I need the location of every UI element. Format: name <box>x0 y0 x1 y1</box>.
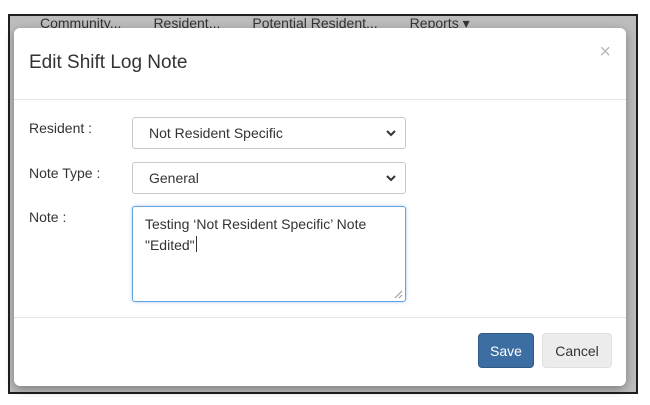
resident-label: Resident : <box>29 120 93 136</box>
modal-title: Edit Shift Log Note <box>29 52 188 73</box>
save-button[interactable]: Save <box>478 333 534 368</box>
modal-header: Edit Shift Log Note × <box>14 28 626 100</box>
resident-select[interactable]: Not Resident Specific <box>132 117 406 149</box>
note-textarea[interactable]: Testing ‘Not Resident Specific’ Note "Ed… <box>132 206 406 302</box>
modal-body: Resident : Not Resident Specific Note Ty… <box>14 100 626 318</box>
chevron-down-icon <box>386 130 396 137</box>
cancel-button[interactable]: Cancel <box>542 333 612 368</box>
note-type-select-value: General <box>149 170 199 186</box>
resident-select-value: Not Resident Specific <box>149 125 283 141</box>
note-text: Testing ‘Not Resident Specific’ Note "Ed… <box>145 216 367 253</box>
edit-shift-log-note-modal: Edit Shift Log Note × Resident : Not Res… <box>14 28 626 386</box>
chevron-down-icon <box>386 175 396 182</box>
modal-footer: Save Cancel <box>14 318 626 386</box>
close-icon[interactable]: × <box>599 42 611 62</box>
note-label: Note : <box>29 209 67 225</box>
note-type-label: Note Type : <box>29 165 101 181</box>
text-caret <box>195 236 197 252</box>
note-type-select[interactable]: General <box>132 162 406 194</box>
resize-grip-icon[interactable] <box>394 290 403 299</box>
